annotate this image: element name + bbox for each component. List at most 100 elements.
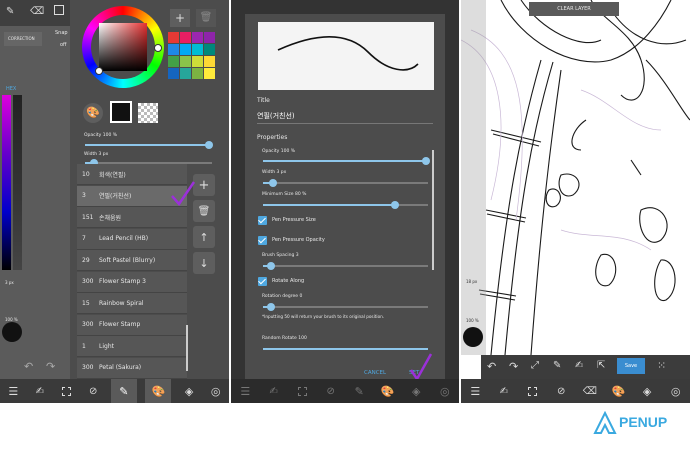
redo-icon[interactable]: ↷ bbox=[46, 360, 55, 373]
eraser-icon[interactable]: ⌫ bbox=[581, 382, 599, 400]
more-icon[interactable]: ◎ bbox=[667, 382, 685, 400]
color-swatch[interactable] bbox=[204, 68, 215, 79]
opacity-slider-knob[interactable] bbox=[422, 157, 430, 165]
pen-pressure-size-checkbox[interactable] bbox=[258, 216, 267, 225]
more-icon[interactable]: ◎ bbox=[436, 382, 454, 400]
eyedropper-icon[interactable]: ⤢ bbox=[531, 360, 539, 371]
color-swatch[interactable] bbox=[192, 32, 203, 43]
menu-icon[interactable]: ☰ bbox=[466, 382, 484, 400]
color-swatch[interactable] bbox=[168, 32, 179, 43]
brush-list-item[interactable]: 300 Petal (Sakura) bbox=[77, 357, 187, 379]
color-swatch[interactable] bbox=[180, 68, 191, 79]
add-palette-button[interactable]: + bbox=[170, 9, 190, 27]
palette-icon[interactable]: 🎨 bbox=[145, 379, 172, 403]
color-swatch[interactable] bbox=[204, 44, 215, 55]
width-track[interactable] bbox=[263, 182, 428, 184]
layers-icon[interactable]: ◈ bbox=[180, 382, 198, 400]
redo-icon[interactable]: ↷ bbox=[509, 360, 518, 373]
opacity-slider[interactable] bbox=[263, 157, 430, 165]
color-swatch[interactable] bbox=[192, 44, 203, 55]
pen-icon[interactable]: ✎ bbox=[553, 360, 561, 371]
rotation-degree-slider-knob[interactable] bbox=[267, 303, 275, 311]
color-swatch[interactable] bbox=[168, 56, 179, 67]
pencil-tool-icon[interactable]: ✎ bbox=[6, 6, 14, 17]
brush-list-scrollbar[interactable] bbox=[186, 325, 188, 371]
layers-icon[interactable]: ◈ bbox=[638, 382, 656, 400]
brush-list-item[interactable]: 29 Soft Pastel (Blurry) bbox=[77, 250, 187, 271]
color-swatch[interactable] bbox=[192, 56, 203, 67]
delete-brush-button[interactable]: 🗑 bbox=[193, 200, 215, 222]
line-art-canvas[interactable] bbox=[461, 0, 690, 355]
eraser-tool-icon[interactable]: ⌫ bbox=[30, 6, 44, 17]
menu-icon[interactable]: ☰ bbox=[236, 382, 254, 400]
transform-icon[interactable]: ⊘ bbox=[322, 382, 340, 400]
random-rotate-slider[interactable] bbox=[263, 348, 428, 350]
palette-icon[interactable]: 🎨 bbox=[379, 382, 397, 400]
grid-icon[interactable]: ⁙ bbox=[657, 359, 666, 372]
color-swatch[interactable] bbox=[168, 68, 179, 79]
brush-spacing-slider-knob[interactable] bbox=[267, 262, 275, 270]
color-swatch[interactable] bbox=[180, 44, 191, 55]
transform-icon[interactable]: ⊘ bbox=[84, 382, 102, 400]
palette-icon[interactable]: 🎨 bbox=[609, 382, 627, 400]
clear-layer-button[interactable]: CLEAR LAYER bbox=[529, 2, 619, 16]
add-brush-button[interactable]: + bbox=[193, 174, 215, 196]
undo-icon[interactable]: ↶ bbox=[24, 360, 33, 373]
transform-icon[interactable]: ⊘ bbox=[552, 382, 570, 400]
edit-icon[interactable]: ✍ bbox=[495, 382, 513, 400]
color-swatch[interactable] bbox=[204, 56, 215, 67]
brush-list-item[interactable]: 151 손채움원 bbox=[77, 207, 187, 228]
cancel-button[interactable]: CANCEL bbox=[364, 370, 386, 376]
move-down-button[interactable]: ↓ bbox=[193, 252, 215, 274]
settings-scrollbar[interactable] bbox=[432, 150, 434, 270]
brush-spacing-track[interactable] bbox=[263, 265, 428, 267]
color-swatch[interactable] bbox=[180, 56, 191, 67]
color-swatch[interactable] bbox=[180, 32, 191, 43]
color-swatch[interactable] bbox=[192, 68, 203, 79]
selection-icon[interactable] bbox=[58, 382, 76, 400]
export-icon[interactable]: ⇱ bbox=[597, 360, 605, 371]
edit-icon[interactable]: ✍ bbox=[31, 382, 49, 400]
brush-list-item[interactable]: 15 Rainbow Spiral bbox=[77, 293, 187, 314]
width-slider[interactable] bbox=[263, 179, 277, 187]
pen-pressure-opacity-checkbox[interactable] bbox=[258, 236, 267, 245]
transparent-swatch[interactable] bbox=[138, 103, 158, 123]
brush-icon[interactable]: ✎ bbox=[350, 382, 368, 400]
min-size-slider-knob[interactable] bbox=[391, 201, 399, 209]
select-tool-icon[interactable] bbox=[54, 5, 64, 15]
layers-icon[interactable]: ◈ bbox=[407, 382, 425, 400]
brush-spacing-slider[interactable] bbox=[263, 262, 275, 270]
selection-icon[interactable] bbox=[524, 382, 542, 400]
primary-color-swatch[interactable] bbox=[110, 101, 132, 123]
palette-icon-button[interactable]: 🎨 bbox=[83, 103, 103, 123]
hue-strip[interactable] bbox=[2, 95, 11, 270]
opacity-slider[interactable] bbox=[85, 141, 213, 149]
brush-list-item[interactable]: 300 Flower Stamp bbox=[77, 314, 187, 336]
current-color-dot[interactable] bbox=[463, 327, 483, 347]
current-color-dot[interactable] bbox=[2, 322, 22, 342]
rotate-along-checkbox[interactable] bbox=[258, 277, 267, 286]
opacity-slider-knob[interactable] bbox=[205, 141, 213, 149]
more-icon[interactable]: ◎ bbox=[207, 382, 225, 400]
title-value[interactable]: 연필(거친선) bbox=[257, 111, 295, 121]
edit-icon[interactable]: ✍ bbox=[265, 382, 283, 400]
color-swatch[interactable] bbox=[204, 32, 215, 43]
wheel-knob[interactable] bbox=[154, 44, 162, 52]
brush-icon[interactable]: ✎ bbox=[110, 379, 137, 403]
save-button[interactable]: Save bbox=[617, 358, 645, 374]
edit-icon[interactable]: ✍ bbox=[575, 360, 583, 371]
undo-icon[interactable]: ↶ bbox=[487, 360, 496, 373]
brush-list-item[interactable]: 1 Light bbox=[77, 336, 187, 357]
rotation-degree-track[interactable] bbox=[263, 306, 428, 308]
color-swatch[interactable] bbox=[168, 44, 179, 55]
move-up-button[interactable]: ↑ bbox=[193, 226, 215, 248]
saturation-box[interactable] bbox=[99, 23, 147, 71]
min-size-slider[interactable] bbox=[263, 201, 399, 209]
value-strip[interactable] bbox=[13, 95, 22, 270]
brush-list-item[interactable]: 7 Lead Pencil (HB) bbox=[77, 228, 187, 250]
brush-list-item[interactable]: 300 Flower Stamp 3 bbox=[77, 271, 187, 293]
selection-icon[interactable] bbox=[293, 382, 311, 400]
delete-palette-button[interactable]: 🗑 bbox=[196, 9, 216, 27]
saturation-knob[interactable] bbox=[95, 67, 103, 75]
rotation-degree-slider[interactable] bbox=[263, 303, 275, 311]
